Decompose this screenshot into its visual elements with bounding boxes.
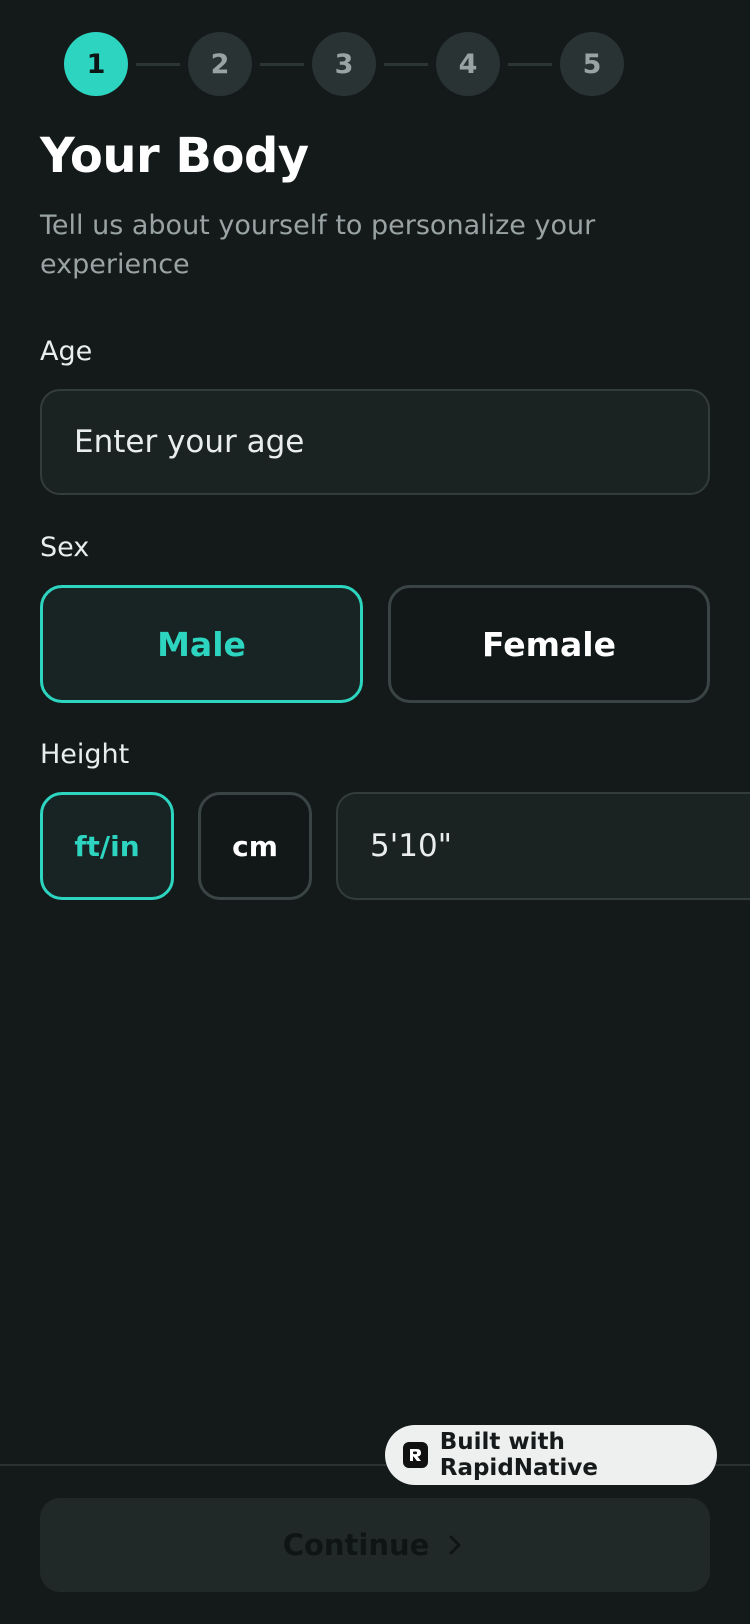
sex-option-male[interactable]: Male: [40, 585, 363, 703]
badge-text: Built with RapidNative: [439, 1429, 599, 1481]
step-5[interactable]: 5: [560, 32, 624, 96]
step-connector: [260, 62, 304, 66]
step-connector: [384, 62, 428, 66]
continue-label: Continue: [282, 1528, 430, 1562]
height-label: Height: [40, 739, 130, 770]
page-title: Your Body: [40, 128, 309, 184]
sex-label: Sex: [40, 532, 90, 563]
progress-stepper: 1 2 3 4 5: [64, 32, 624, 96]
step-connector: [136, 62, 180, 66]
age-input[interactable]: Enter your age: [40, 389, 710, 495]
continue-button[interactable]: Continue: [40, 1498, 710, 1592]
onboarding-screen: 1 2 3 4 5 Your Body Tell us about yourse…: [0, 0, 750, 1624]
step-1[interactable]: 1: [64, 32, 128, 96]
rapidnative-logo-icon: [403, 1442, 428, 1468]
height-input[interactable]: 5'10": [336, 792, 750, 900]
page-subtitle: Tell us about yourself to personalize yo…: [40, 210, 596, 280]
step-3[interactable]: 3: [312, 32, 376, 96]
built-with-badge[interactable]: Built with RapidNative: [385, 1425, 717, 1485]
sex-option-female[interactable]: Female: [388, 585, 710, 703]
step-connector: [508, 62, 552, 66]
age-label: Age: [40, 336, 93, 367]
step-2[interactable]: 2: [188, 32, 252, 96]
height-unit-cm[interactable]: cm: [198, 792, 312, 900]
step-4[interactable]: 4: [436, 32, 500, 96]
chevron-right-icon: [449, 1535, 461, 1555]
height-unit-ftin[interactable]: ft/in: [40, 792, 174, 900]
